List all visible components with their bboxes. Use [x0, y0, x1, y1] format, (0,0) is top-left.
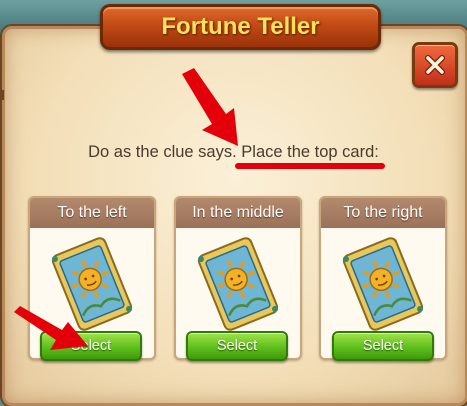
card-label: To the right [321, 198, 445, 228]
close-button[interactable] [412, 42, 458, 88]
dialog-edge-decoration [0, 90, 4, 100]
card-label: To the left [30, 198, 154, 228]
close-x-icon [425, 55, 445, 75]
annotation-arrow-select [14, 306, 88, 350]
card-label: In the middle [176, 198, 300, 228]
annotation-underline [235, 163, 385, 169]
annotation-arrow-clue [182, 68, 238, 146]
dialog-title-banner: Fortune Teller [100, 4, 381, 50]
select-button-right[interactable]: Select [332, 331, 434, 361]
sun-tarot-card-icon [342, 237, 424, 331]
sun-tarot-card-icon [197, 237, 279, 331]
dialog-title: Fortune Teller [161, 13, 320, 40]
select-button-middle[interactable]: Select [186, 331, 288, 361]
